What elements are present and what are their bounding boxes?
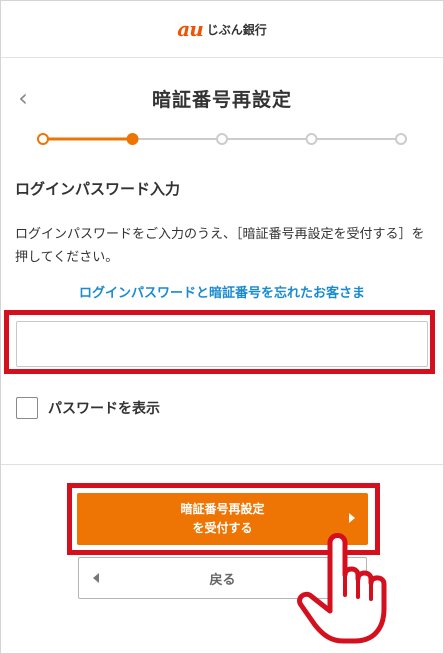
page-title: 暗証番号再設定 xyxy=(151,89,292,111)
submit-label-line1: 暗証番号再設定 xyxy=(180,502,265,516)
show-password-label: パスワードを表示 xyxy=(48,401,160,417)
arrow-left-icon xyxy=(93,573,99,583)
show-password-checkbox[interactable] xyxy=(16,397,38,419)
submit-label-line2: を受付する xyxy=(192,521,253,535)
arrow-right-icon xyxy=(349,513,355,523)
stepper-graphic xyxy=(37,133,407,145)
show-password-toggle[interactable]: パスワードを表示 xyxy=(16,395,160,421)
header-bar: au じぶん銀行 xyxy=(1,1,443,58)
stepper-dot-5 xyxy=(395,133,407,145)
stepper-dot-4 xyxy=(305,133,318,145)
progress-stepper xyxy=(37,132,407,146)
hand-pointer-icon xyxy=(297,533,387,644)
screen-frame: au じぶん銀行 ‹ 暗証番号再設定 ログインパスワード入力 ログインパスワード… xyxy=(0,0,444,654)
stepper-dot-3 xyxy=(216,133,228,145)
divider xyxy=(1,464,443,465)
section-title: ログインパスワード入力 xyxy=(15,180,181,198)
stepper-dot-2 xyxy=(126,133,139,145)
password-input[interactable] xyxy=(16,321,428,367)
back-button-label: 戻る xyxy=(209,572,236,588)
bank-name: じぶん銀行 xyxy=(206,22,267,37)
stepper-dot-1 xyxy=(37,133,49,145)
forgot-credentials-link[interactable]: ログインパスワードと暗証番号を忘れたお客さま xyxy=(1,282,443,301)
instructions-text: ログインパスワードをご入力のうえ、［暗証番号再設定を受付する］を押してください。 xyxy=(15,227,425,265)
au-logo: au xyxy=(177,17,203,41)
